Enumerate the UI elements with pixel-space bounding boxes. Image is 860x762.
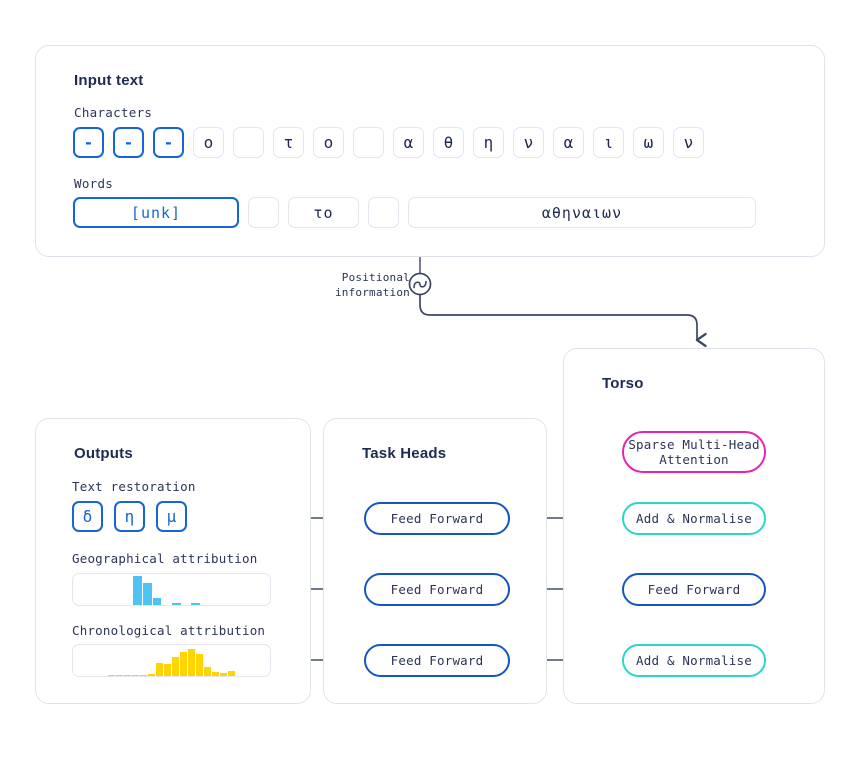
word-box[interactable]: [unk] <box>73 197 239 228</box>
positional-information-label: Positional information <box>300 270 410 300</box>
chart-bar <box>155 662 164 676</box>
character-box[interactable]: η <box>473 127 504 158</box>
geographical-bars <box>73 574 270 605</box>
chart-bar <box>139 675 147 676</box>
chart-bar <box>107 675 115 676</box>
character-box[interactable]: α <box>553 127 584 158</box>
node-head-geographical[interactable]: Feed Forward <box>364 573 510 606</box>
node-label-norm1: Add & Normalise <box>636 511 752 526</box>
node-add-normalise-2[interactable]: Add & Normalise <box>622 644 766 677</box>
input-text-panel: Input text Characters ---oτoαθηναιων Wor… <box>35 45 825 257</box>
text-restoration-label: Text restoration <box>72 479 196 494</box>
chronological-attribution-chart <box>72 644 271 677</box>
node-add-normalise-1[interactable]: Add & Normalise <box>622 502 766 535</box>
characters-label: Characters <box>74 105 153 120</box>
positional-line-1: Positional <box>341 271 410 284</box>
node-label-norm2: Add & Normalise <box>636 653 752 668</box>
node-torso-feed-forward[interactable]: Feed Forward <box>622 573 766 606</box>
word-box[interactable]: αθηναιων <box>408 197 756 228</box>
outputs-panel-title: Outputs <box>74 445 133 462</box>
geographical-attribution-chart <box>72 573 271 606</box>
restored-character-box[interactable]: δ <box>72 501 103 532</box>
chart-bar <box>133 576 143 605</box>
input-panel-title: Input text <box>74 72 144 89</box>
chart-bar <box>172 603 181 605</box>
head-label-3: Feed Forward <box>390 653 484 668</box>
character-box[interactable]: o <box>193 127 224 158</box>
words-label: Words <box>74 176 114 191</box>
node-label-torso-ff: Feed Forward <box>647 582 741 597</box>
chronological-attribution-label: Chronological attribution <box>72 623 266 638</box>
chart-bar <box>220 672 228 676</box>
chart-bar <box>131 675 139 676</box>
node-sparse-multi-head-attention[interactable]: Sparse Multi-Head Attention <box>622 431 766 473</box>
node-head-text-restoration[interactable]: Feed Forward <box>364 502 510 535</box>
chart-bar <box>152 598 162 605</box>
character-box[interactable]: o <box>313 127 344 158</box>
task-heads-panel-title: Task Heads <box>362 445 447 462</box>
chart-bar <box>123 675 131 676</box>
character-box[interactable]: - <box>73 127 104 158</box>
character-box[interactable]: α <box>393 127 424 158</box>
chart-bar <box>172 656 180 676</box>
chart-bar <box>228 671 236 676</box>
chart-bar <box>115 675 123 676</box>
wire-positional-to-torso <box>419 295 707 348</box>
character-box[interactable]: - <box>153 127 184 158</box>
sine-wave-icon <box>408 272 432 296</box>
chart-bar <box>143 583 152 605</box>
chart-bar <box>147 673 155 676</box>
head-label-2: Feed Forward <box>390 582 484 597</box>
word-box[interactable] <box>368 197 399 228</box>
character-box[interactable]: ν <box>513 127 544 158</box>
chart-bar <box>180 651 188 676</box>
chart-bar <box>212 672 220 676</box>
node-head-chronological[interactable]: Feed Forward <box>364 644 510 677</box>
character-box[interactable]: - <box>113 127 144 158</box>
torso-panel-title: Torso <box>602 375 644 392</box>
node-label-attention: Sparse Multi-Head Attention <box>628 437 760 467</box>
word-box[interactable]: τo <box>288 197 359 228</box>
chart-bar <box>191 603 201 605</box>
character-box[interactable] <box>353 127 384 158</box>
positional-line-2: information <box>334 286 410 299</box>
character-box[interactable]: θ <box>433 127 464 158</box>
character-box[interactable] <box>233 127 264 158</box>
character-box[interactable]: ι <box>593 127 624 158</box>
chronological-bars <box>73 645 270 676</box>
words-row: [unk] τo αθηναιων <box>73 197 756 228</box>
word-box[interactable] <box>248 197 279 228</box>
characters-row: ---oτoαθηναιων <box>73 127 704 158</box>
chart-bar <box>196 654 204 676</box>
character-box[interactable]: τ <box>273 127 304 158</box>
restored-character-box[interactable]: μ <box>156 501 187 532</box>
geographical-attribution-label: Geographical attribution <box>72 551 258 566</box>
text-restoration-output-row: δημ <box>72 501 187 532</box>
character-box[interactable]: ω <box>633 127 664 158</box>
chart-bar <box>204 666 212 676</box>
head-label-1: Feed Forward <box>390 511 484 526</box>
character-box[interactable]: ν <box>673 127 704 158</box>
restored-character-box[interactable]: η <box>114 501 145 532</box>
chart-bar <box>164 664 172 676</box>
chart-bar <box>188 649 196 676</box>
